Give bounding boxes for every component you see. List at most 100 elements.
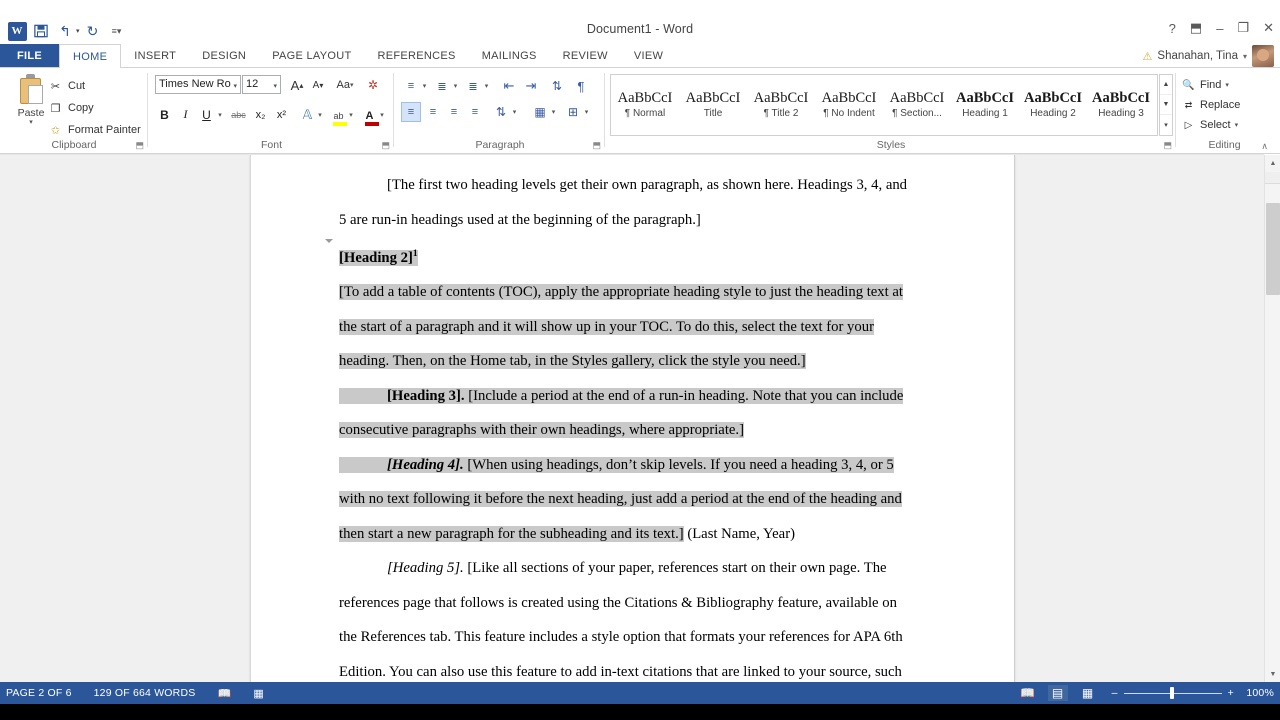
restore-button[interactable]: ❐ [1237, 20, 1249, 36]
styles-gallery[interactable]: AaBbCcI ¶ Normal AaBbCcI Title AaBbCcI ¶… [610, 74, 1158, 136]
show-formatting-marks-icon[interactable]: ¶ [571, 76, 591, 96]
align-right-button[interactable]: ≡ [444, 102, 464, 122]
increase-indent-icon[interactable]: ⇥ [521, 76, 541, 96]
heading-2[interactable]: [Heading 2]1 [339, 237, 922, 275]
tab-page-layout[interactable]: PAGE LAYOUT [259, 44, 364, 67]
chevron-down-icon[interactable]: ▾ [233, 82, 237, 90]
font-name-combobox[interactable]: Times New Ro ▾ [155, 75, 241, 94]
find-dropdown-icon[interactable]: ▾ [1225, 81, 1229, 89]
avatar[interactable] [1252, 45, 1274, 67]
clipboard-dialog-launcher-icon[interactable]: ⬒ [135, 140, 144, 151]
text-effects-dropdown-icon[interactable]: ▾ [315, 104, 325, 125]
cut-button[interactable]: ✂ Cut [48, 77, 85, 95]
italic-button[interactable]: I [175, 104, 196, 125]
paragraph-intro[interactable]: [The first two heading levels get their … [339, 168, 922, 203]
styles-gallery-scrollbar[interactable]: ▲ ▼ ▾ [1159, 74, 1173, 136]
paragraph-toc-line2[interactable]: the start of a paragraph and it will sho… [339, 310, 922, 345]
style-item-heading1[interactable]: AaBbCcI Heading 1 [951, 75, 1019, 135]
grow-font-button[interactable]: A ▴ [287, 75, 307, 95]
tab-home[interactable]: HOME [59, 44, 122, 69]
strikethrough-button[interactable]: abc [228, 104, 249, 125]
style-item-heading2[interactable]: AaBbCcI Heading 2 [1019, 75, 1087, 135]
align-center-button[interactable]: ≡ [423, 102, 443, 122]
font-color-dropdown-icon[interactable]: ▾ [377, 104, 387, 125]
paragraph-dialog-launcher-icon[interactable]: ⬒ [592, 140, 601, 151]
styles-scroll-up-icon[interactable]: ▲ [1160, 75, 1172, 95]
zoom-level[interactable]: 100% [1244, 687, 1274, 699]
tab-insert[interactable]: INSERT [121, 44, 189, 67]
document-text[interactable]: [The first two heading levels get their … [339, 168, 922, 682]
clear-formatting-icon[interactable]: ✲ [363, 75, 383, 95]
styles-scroll-down-icon[interactable]: ▼ [1160, 95, 1172, 115]
tab-mailings[interactable]: MAILINGS [469, 44, 550, 67]
style-item-normal[interactable]: AaBbCcI ¶ Normal [611, 75, 679, 135]
document-canvas[interactable]: [The first two heading levels get their … [0, 155, 1264, 682]
tab-view[interactable]: VIEW [621, 44, 676, 67]
tab-review[interactable]: REVIEW [550, 44, 621, 67]
scrollbar-thumb[interactable] [1266, 203, 1280, 295]
paragraph-heading5-line2[interactable]: references page that follows is created … [339, 586, 922, 621]
bold-button[interactable]: B [154, 104, 175, 125]
paragraph-toc-line1[interactable]: [To add a table of contents (TOC), apply… [339, 275, 922, 310]
styles-dialog-launcher-icon[interactable]: ⬒ [1163, 140, 1172, 151]
styles-more-icon[interactable]: ▾ [1160, 115, 1172, 135]
borders-dropdown-icon[interactable]: ▾ [582, 102, 591, 122]
close-button[interactable]: ✕ [1263, 20, 1274, 36]
justify-button[interactable]: ≡ [465, 102, 485, 122]
paragraph-heading4-line2[interactable]: with no text following it before the nex… [339, 482, 922, 517]
shading-dropdown-icon[interactable]: ▾ [549, 102, 558, 122]
ribbon-tabs[interactable]: FILE HOME INSERT DESIGN PAGE LAYOUT REFE… [0, 44, 1280, 69]
font-size-combobox[interactable]: 12 ▾ [242, 75, 281, 94]
numbering-dropdown-icon[interactable]: ▾ [451, 76, 460, 96]
document-page[interactable]: [The first two heading levels get their … [250, 155, 1015, 682]
chevron-down-icon[interactable]: ▾ [1243, 52, 1247, 61]
paragraph-heading4-line3[interactable]: then start a new paragraph for the subhe… [339, 517, 922, 552]
paragraph-heading5-line4[interactable]: Edition. You can also use this feature t… [339, 655, 922, 682]
font-dialog-launcher-icon[interactable]: ⬒ [381, 140, 390, 151]
format-painter-button[interactable]: ✩ Format Painter [48, 121, 141, 139]
split-window-handle[interactable] [1265, 172, 1280, 184]
footnote-reference[interactable]: 1 [413, 249, 418, 259]
paragraph-heading5-line1[interactable]: [Heading 5]. [Like all sections of your … [339, 551, 922, 586]
sort-icon[interactable]: ⇅ [547, 76, 567, 96]
change-case-button[interactable]: Aa ▾ [332, 75, 358, 95]
tab-file[interactable]: FILE [0, 44, 60, 67]
align-left-button[interactable]: ≡ [401, 102, 421, 122]
line-spacing-dropdown-icon[interactable]: ▾ [510, 102, 519, 122]
zoom-out-button[interactable]: – [1112, 687, 1118, 699]
decrease-indent-icon[interactable]: ⇤ [499, 76, 519, 96]
zoom-slider[interactable] [1123, 687, 1222, 699]
underline-dropdown-icon[interactable]: ▾ [215, 104, 225, 125]
select-button[interactable]: ▷ Select ▾ [1181, 116, 1238, 134]
help-button[interactable]: ? [1169, 21, 1176, 36]
paragraph-intro-line2[interactable]: 5 are run-in headings used at the beginn… [339, 203, 922, 238]
multilevel-list-icon[interactable]: ≣ [463, 76, 483, 96]
zoom-slider-thumb[interactable] [1169, 687, 1174, 699]
bullets-icon[interactable]: ≡ [401, 76, 421, 96]
paragraph-heading5-line3[interactable]: the References tab. This feature include… [339, 620, 922, 655]
paragraph-heading3-line2[interactable]: consecutive paragraphs with their own he… [339, 413, 922, 448]
line-spacing-icon[interactable]: ⇅ [491, 102, 511, 122]
paragraph-toc-line3[interactable]: heading. Then, on the Home tab, in the S… [339, 344, 922, 379]
highlight-dropdown-icon[interactable]: ▾ [346, 104, 356, 125]
scroll-down-icon[interactable]: ▼ [1265, 666, 1280, 682]
underline-button[interactable]: U [196, 104, 217, 125]
subscript-button[interactable]: x₂ [250, 104, 271, 125]
ribbon-display-options-button[interactable]: ⬒ [1190, 20, 1202, 36]
web-layout-button[interactable]: ▦ [1078, 685, 1098, 701]
minimize-button[interactable]: – [1216, 21, 1223, 36]
print-layout-button[interactable]: ▤ [1047, 685, 1068, 701]
borders-icon[interactable]: ⊞ [563, 102, 583, 122]
style-item-title2[interactable]: AaBbCcI ¶ Title 2 [747, 75, 815, 135]
style-item-heading3[interactable]: AaBbCcI Heading 3 [1087, 75, 1155, 135]
select-dropdown-icon[interactable]: ▾ [1235, 121, 1239, 129]
tab-references[interactable]: REFERENCES [365, 44, 469, 67]
style-item-title[interactable]: AaBbCcI Title [679, 75, 747, 135]
page-indicator[interactable]: PAGE 2 OF 6 [6, 687, 72, 699]
style-item-no-indent[interactable]: AaBbCcI ¶ No Indent [815, 75, 883, 135]
language-icon[interactable]: ▦ [253, 687, 264, 700]
tab-design[interactable]: DESIGN [189, 44, 259, 67]
shading-icon[interactable]: ▦ [530, 102, 550, 122]
numbering-icon[interactable]: ≣ [432, 76, 452, 96]
shrink-font-button[interactable]: A ▾ [308, 75, 328, 95]
